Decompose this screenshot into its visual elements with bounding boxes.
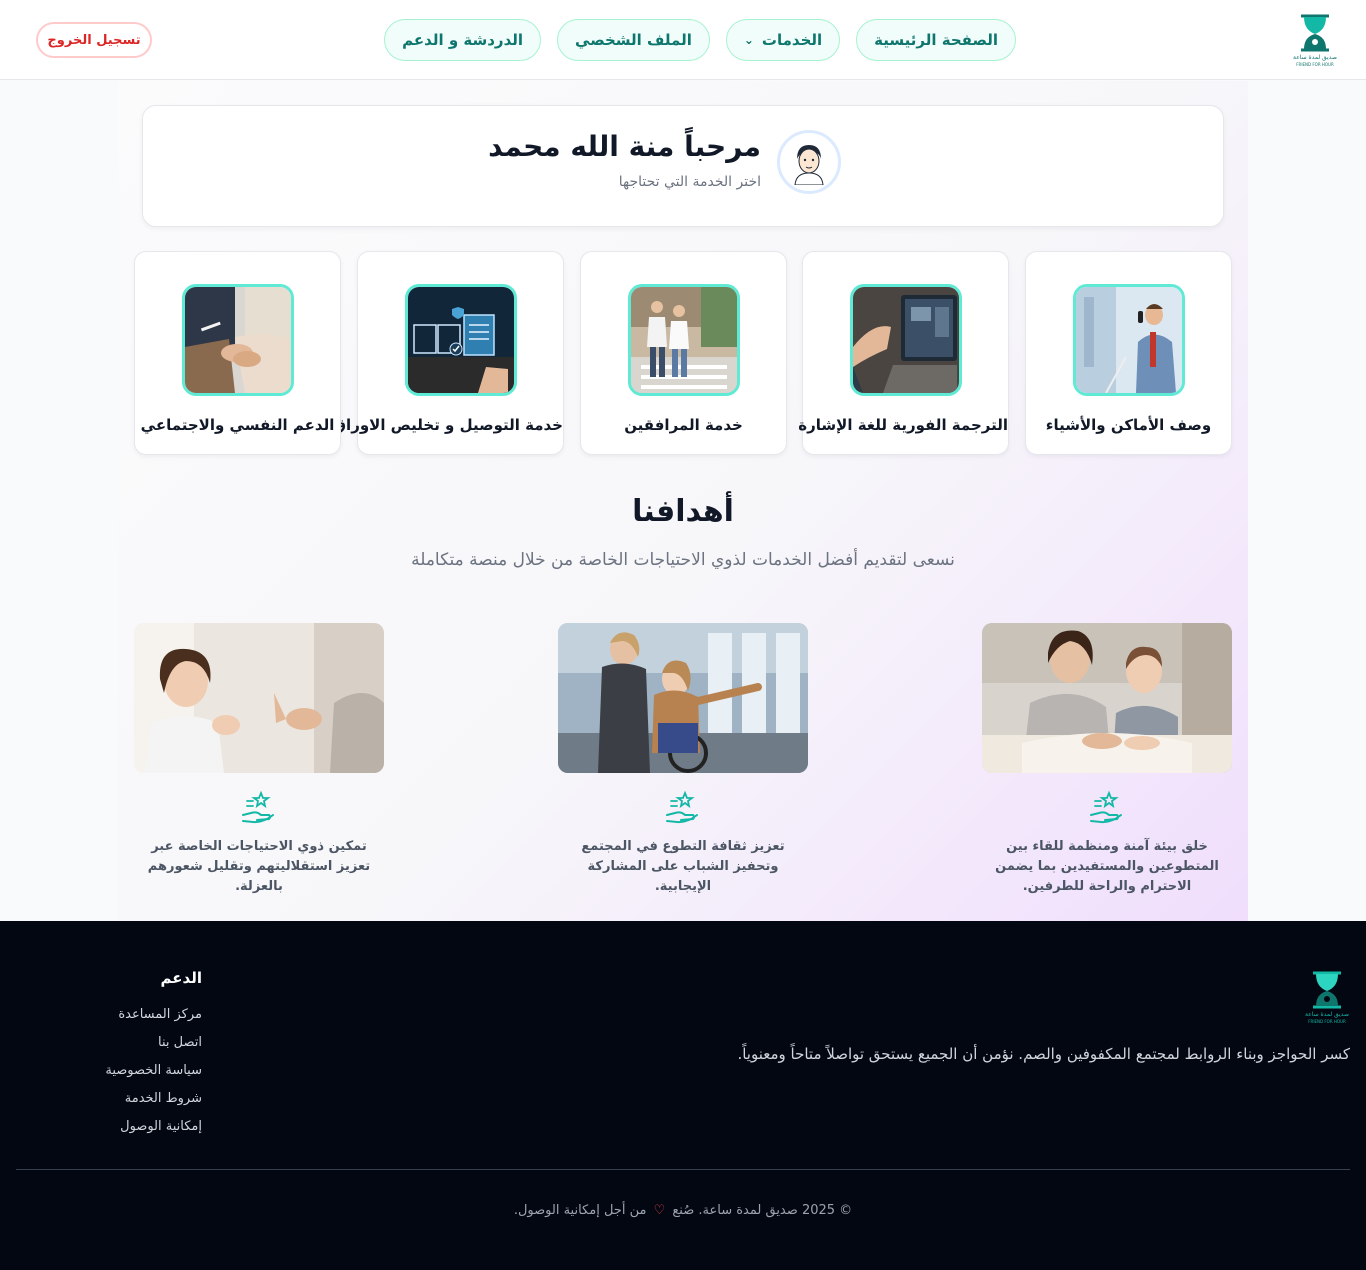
welcome-title: مرحباً منة الله محمد bbox=[488, 130, 761, 163]
welcome-card: مرحباً منة الله محمد اختر الخدمة التي تح… bbox=[142, 105, 1224, 227]
goal-text: خلق بيئة آمنة ومنظمة للقاء بين المتطوعين… bbox=[995, 839, 1219, 894]
hand-stars-icon bbox=[666, 790, 698, 824]
service-card-sign-translation[interactable]: الترجمة الفورية للغة الإشارة bbox=[798, 251, 1009, 455]
top-header: صديق لمدة ساعة FRIEND FOR HOUR الصفحة ال… bbox=[0, 0, 1366, 80]
service-card-companions[interactable]: خدمة المرافقين bbox=[580, 251, 787, 455]
footer-link-terms[interactable]: شروط الخدمة bbox=[60, 1085, 202, 1113]
goals-subtitle: نسعى لتقديم أفضل الخدمات لذوي الاحتياجات… bbox=[411, 550, 955, 570]
service-label: الدعم النفسي والاجتماعي bbox=[140, 416, 335, 434]
welcome-subtitle: اختر الخدمة التي تحتاجها bbox=[618, 174, 761, 190]
services-grid: وصف الأماكن والأشياء الترجمة الفورية للغ… bbox=[134, 251, 1232, 455]
service-card-psych-support[interactable]: الدعم النفسي والاجتماعي bbox=[134, 251, 341, 455]
hand-stars-icon bbox=[1090, 790, 1122, 824]
avatar[interactable] bbox=[777, 130, 841, 194]
hourglass-logo-icon[interactable]: صديق لمدة ساعة FRIEND FOR HOUR bbox=[1292, 12, 1338, 68]
goal-card-empowerment: تمكين ذوي الاحتياجات الخاصة عبر تعزيز اس… bbox=[134, 623, 384, 897]
service-label: وصف الأماكن والأشياء bbox=[1045, 416, 1212, 434]
voice-describe-photo bbox=[1073, 284, 1185, 396]
logout-button[interactable]: تسجيل الخروج bbox=[36, 22, 152, 58]
footer-link-accessibility[interactable]: إمكانية الوصول bbox=[60, 1113, 202, 1141]
documents-delivery-photo bbox=[405, 284, 517, 396]
hourglass-logo-icon[interactable]: صديق لمدة ساعة FRIEND FOR HOUR bbox=[1304, 969, 1350, 1025]
nav-profile[interactable]: الملف الشخصي bbox=[557, 19, 710, 61]
service-label: الترجمة الفورية للغة الإشارة bbox=[798, 416, 1008, 434]
copyright-text-start: © 2025 صديق لمدة ساعة. صُنع bbox=[672, 1203, 853, 1218]
goal-text: تمكين ذوي الاحتياجات الخاصة عبر تعزيز اس… bbox=[147, 839, 371, 894]
footer-link-privacy[interactable]: سياسة الخصوصية bbox=[60, 1057, 202, 1085]
wheelchair-volunteer-photo bbox=[558, 623, 808, 773]
footer-divider bbox=[16, 1169, 1350, 1170]
footer-link-contact[interactable]: اتصل بنا bbox=[60, 1029, 202, 1057]
psych-support-photo bbox=[182, 284, 294, 396]
chevron-down-icon: ⌄ bbox=[743, 33, 754, 47]
nav-services-label: الخدمات bbox=[761, 31, 823, 49]
nav-services[interactable]: الخدمات ⌄ bbox=[725, 19, 841, 61]
nav-chat-support-label: الدردشة و الدعم bbox=[402, 31, 524, 49]
goal-card-safe-environment: خلق بيئة آمنة ومنظمة للقاء بين المتطوعين… bbox=[982, 623, 1232, 897]
svg-text:FRIEND FOR HOUR: FRIEND FOR HOUR bbox=[1296, 62, 1334, 67]
goals-title: أهدافنا bbox=[632, 494, 734, 529]
footer-copyright: © 2025 صديق لمدة ساعة. صُنع ♡ من أجل إمك… bbox=[0, 1203, 1366, 1218]
site-footer: صديق لمدة ساعة FRIEND FOR HOUR كسر الحوا… bbox=[0, 921, 1366, 1270]
footer-link-help-center[interactable]: مركز المساعدة bbox=[60, 1001, 202, 1029]
sign-language-laptop-photo bbox=[850, 284, 962, 396]
user-avatar-icon bbox=[794, 145, 824, 185]
nav-home-label: الصفحة الرئيسية bbox=[874, 31, 998, 49]
copyright-text-end: من أجل إمكانية الوصول. bbox=[513, 1203, 647, 1218]
nav-chat-support[interactable]: الدردشة و الدعم bbox=[384, 19, 542, 61]
main-nav: الصفحة الرئيسية الخدمات ⌄ الملف الشخصي ال… bbox=[384, 19, 1016, 61]
footer-support-title: الدعم bbox=[160, 969, 202, 987]
heart-icon: ♡ bbox=[653, 1203, 666, 1218]
companions-walking-photo bbox=[628, 284, 740, 396]
nav-profile-label: الملف الشخصي bbox=[575, 31, 692, 49]
svg-text:FRIEND FOR HOUR: FRIEND FOR HOUR bbox=[1308, 1019, 1346, 1024]
footer-tagline: كسر الحواجز وبناء الروابط لمجتمع المكفوف… bbox=[737, 1045, 1350, 1063]
hand-stars-icon bbox=[242, 790, 274, 824]
service-label: خدمة التوصيل و تخليص الاوراق bbox=[332, 416, 563, 434]
service-label: خدمة المرافقين bbox=[624, 416, 743, 434]
svg-text:صديق لمدة ساعة: صديق لمدة ساعة bbox=[1293, 54, 1337, 61]
service-card-describe-places[interactable]: وصف الأماكن والأشياء bbox=[1025, 251, 1232, 455]
braille-reading-photo bbox=[982, 623, 1232, 773]
svg-text:صديق لمدة ساعة: صديق لمدة ساعة bbox=[1305, 1011, 1349, 1018]
service-card-delivery-papers[interactable]: خدمة التوصيل و تخليص الاوراق bbox=[332, 251, 564, 455]
goal-card-volunteering: تعزيز ثقافة التطوع في المجتمع وتحفيز الش… bbox=[558, 623, 808, 897]
girl-sign-language-photo bbox=[134, 623, 384, 773]
goal-text: تعزيز ثقافة التطوع في المجتمع وتحفيز الش… bbox=[581, 839, 785, 894]
footer-support-links: الدعم مركز المساعدة اتصل بنا سياسة الخصو… bbox=[60, 969, 202, 1141]
nav-home[interactable]: الصفحة الرئيسية bbox=[856, 19, 1016, 61]
